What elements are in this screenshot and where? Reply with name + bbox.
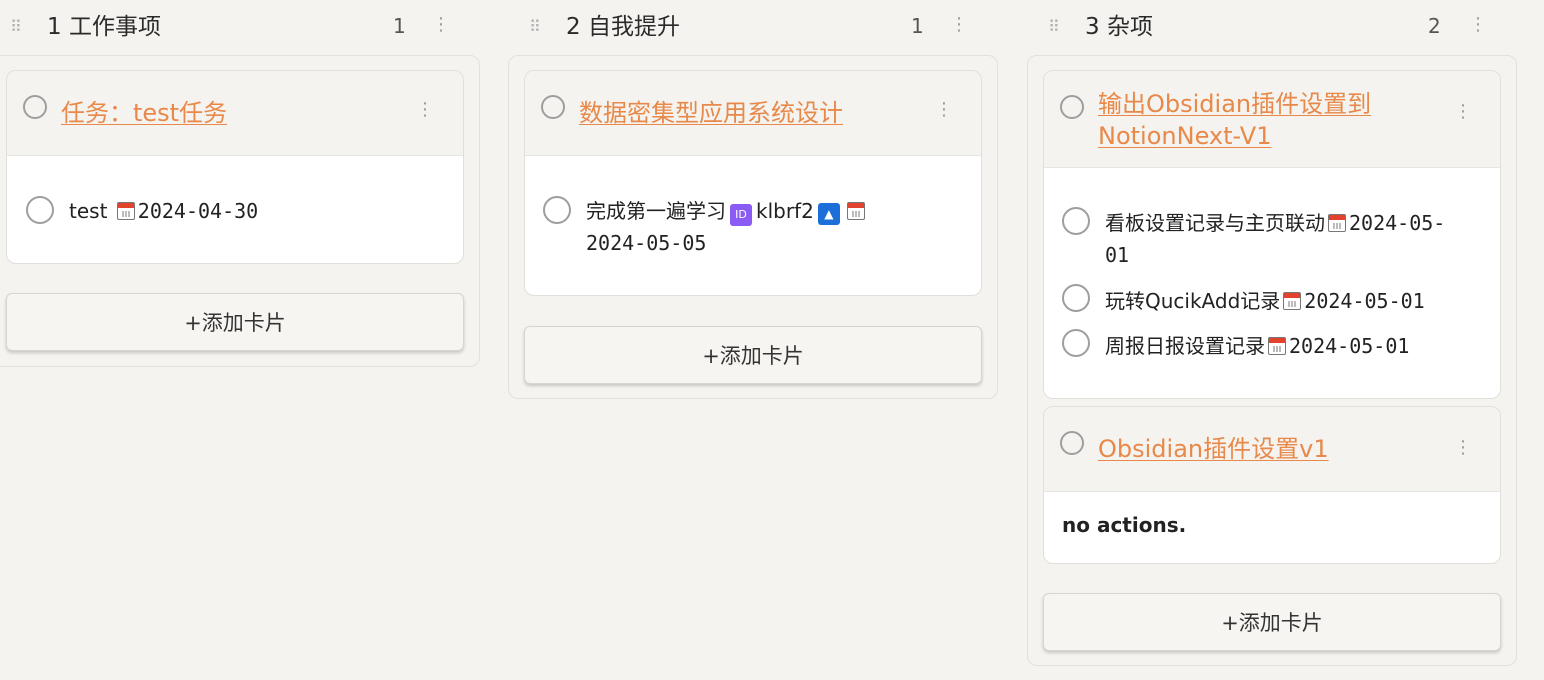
- lane-header: ⠿ 2 自我提升 1 ⋮: [508, 0, 998, 56]
- card-title-link[interactable]: 任务：test任务: [61, 97, 227, 129]
- task-id: klbrf2: [756, 199, 814, 223]
- task-text: 完成第一遍学习: [586, 199, 726, 223]
- drag-handle-icon[interactable]: ⠿: [529, 16, 543, 38]
- card-checkbox[interactable]: [23, 95, 47, 119]
- task-date: 2024-05-05: [586, 231, 707, 255]
- task-text: test: [69, 199, 108, 223]
- task-checkbox[interactable]: [26, 196, 54, 224]
- lane-misc: ⠿ 3 杂项 2 ⋮ 输出Obsidian插件设置到 NotionNext-V1…: [1027, 0, 1517, 668]
- task-text: 玩转QucikAdd记录: [1105, 289, 1281, 313]
- calendar-icon: [1283, 292, 1302, 310]
- card-checkbox[interactable]: [1060, 95, 1084, 119]
- card-header: 任务：test任务 ⋮: [7, 71, 463, 156]
- card-title-link[interactable]: Obsidian插件设置v1: [1098, 433, 1329, 465]
- more-vertical-icon[interactable]: ⋮: [1454, 437, 1472, 458]
- task-date: 2024-05-: [1349, 211, 1446, 235]
- lane-count: 1: [393, 14, 406, 38]
- lane-header: ⠿ 3 杂项 2 ⋮: [1027, 0, 1517, 56]
- more-vertical-icon[interactable]: ⋮: [432, 14, 450, 35]
- card-title-link[interactable]: 输出Obsidian插件设置到 NotionNext-V1: [1098, 88, 1371, 152]
- task-item: 玩转QucikAdd记录 2024-05-01: [1105, 285, 1425, 317]
- calendar-icon: [846, 202, 865, 220]
- lane-title: 1 工作事项: [47, 14, 161, 40]
- task-item: test 2024-04-30: [69, 195, 258, 227]
- lane-body: 输出Obsidian插件设置到 NotionNext-V1 ⋮ 看板设置记录与主…: [1027, 55, 1517, 666]
- task-item: 看板设置记录与主页联动 2024-05- 01: [1105, 207, 1500, 271]
- card[interactable]: Obsidian插件设置v1 ⋮ no actions.: [1043, 406, 1501, 564]
- add-card-button[interactable]: +添加卡片: [6, 293, 464, 351]
- lane-title: 3 杂项: [1085, 14, 1153, 40]
- task-item: 周报日报设置记录 2024-05-01: [1105, 330, 1409, 362]
- card-checkbox[interactable]: [541, 95, 565, 119]
- card-header: 数据密集型应用系统设计 ⋮: [525, 71, 981, 156]
- lane-count: 2: [1428, 14, 1441, 38]
- more-vertical-icon[interactable]: ⋮: [416, 99, 434, 120]
- more-vertical-icon[interactable]: ⋮: [935, 99, 953, 120]
- lane-header: ⠿ 1 工作事项 1 ⋮: [0, 0, 480, 56]
- more-vertical-icon[interactable]: ⋮: [1454, 101, 1472, 122]
- task-item: 完成第一遍学习 ID klbrf2 ▲ 2024-05-05: [586, 195, 926, 259]
- priority-icon: ▲: [817, 203, 840, 225]
- card[interactable]: 任务：test任务 ⋮ test 2024-04-30: [6, 70, 464, 264]
- drag-handle-icon[interactable]: ⠿: [1048, 16, 1062, 38]
- task-checkbox[interactable]: [1062, 207, 1090, 235]
- task-text: 周报日报设置记录: [1105, 334, 1265, 358]
- lane-self-improvement: ⠿ 2 自我提升 1 ⋮ 数据密集型应用系统设计 ⋮ 完成第一遍学习 ID klbr…: [508, 0, 998, 400]
- task-date-wrap: 01: [1105, 243, 1130, 267]
- add-card-button[interactable]: +添加卡片: [1043, 593, 1501, 651]
- task-date: 2024-04-30: [137, 199, 259, 223]
- card[interactable]: 数据密集型应用系统设计 ⋮ 完成第一遍学习 ID klbrf2 ▲ 2024-05-0…: [524, 70, 982, 296]
- task-checkbox[interactable]: [1062, 284, 1090, 312]
- calendar-icon: [1328, 214, 1346, 232]
- more-vertical-icon[interactable]: ⋮: [1469, 14, 1487, 35]
- calendar-icon: [116, 202, 135, 220]
- card-title-line2: NotionNext-V1: [1098, 122, 1272, 150]
- empty-state-text: no actions.: [1062, 513, 1187, 537]
- card-checkbox[interactable]: [1060, 431, 1084, 455]
- task-text: 看板设置记录与主页联动: [1105, 211, 1325, 235]
- card[interactable]: 输出Obsidian插件设置到 NotionNext-V1 ⋮ 看板设置记录与主…: [1043, 70, 1501, 399]
- card-header: Obsidian插件设置v1 ⋮: [1044, 407, 1500, 492]
- task-checkbox[interactable]: [1062, 329, 1090, 357]
- more-vertical-icon[interactable]: ⋮: [950, 14, 968, 35]
- lane-work: ⠿ 1 工作事项 1 ⋮ 任务：test任务 ⋮ test 2024-04-30…: [0, 0, 480, 370]
- card-title-link[interactable]: 数据密集型应用系统设计: [579, 97, 843, 129]
- card-header: 输出Obsidian插件设置到 NotionNext-V1 ⋮: [1044, 71, 1500, 168]
- add-card-button[interactable]: +添加卡片: [524, 326, 982, 384]
- task-checkbox[interactable]: [543, 196, 571, 224]
- lane-body: 任务：test任务 ⋮ test 2024-04-30 +添加卡片: [0, 55, 480, 367]
- task-date: 2024-05-01: [1304, 289, 1425, 313]
- task-date: 2024-05-01: [1289, 334, 1410, 358]
- lane-count: 1: [911, 14, 924, 38]
- calendar-icon: [1268, 337, 1286, 355]
- lane-body: 数据密集型应用系统设计 ⋮ 完成第一遍学习 ID klbrf2 ▲ 2024-05-0…: [508, 55, 998, 399]
- drag-handle-icon[interactable]: ⠿: [10, 16, 24, 38]
- lane-title: 2 自我提升: [566, 14, 680, 40]
- id-badge-icon: ID: [730, 204, 752, 226]
- card-title-line1: 输出Obsidian插件设置到: [1098, 90, 1372, 118]
